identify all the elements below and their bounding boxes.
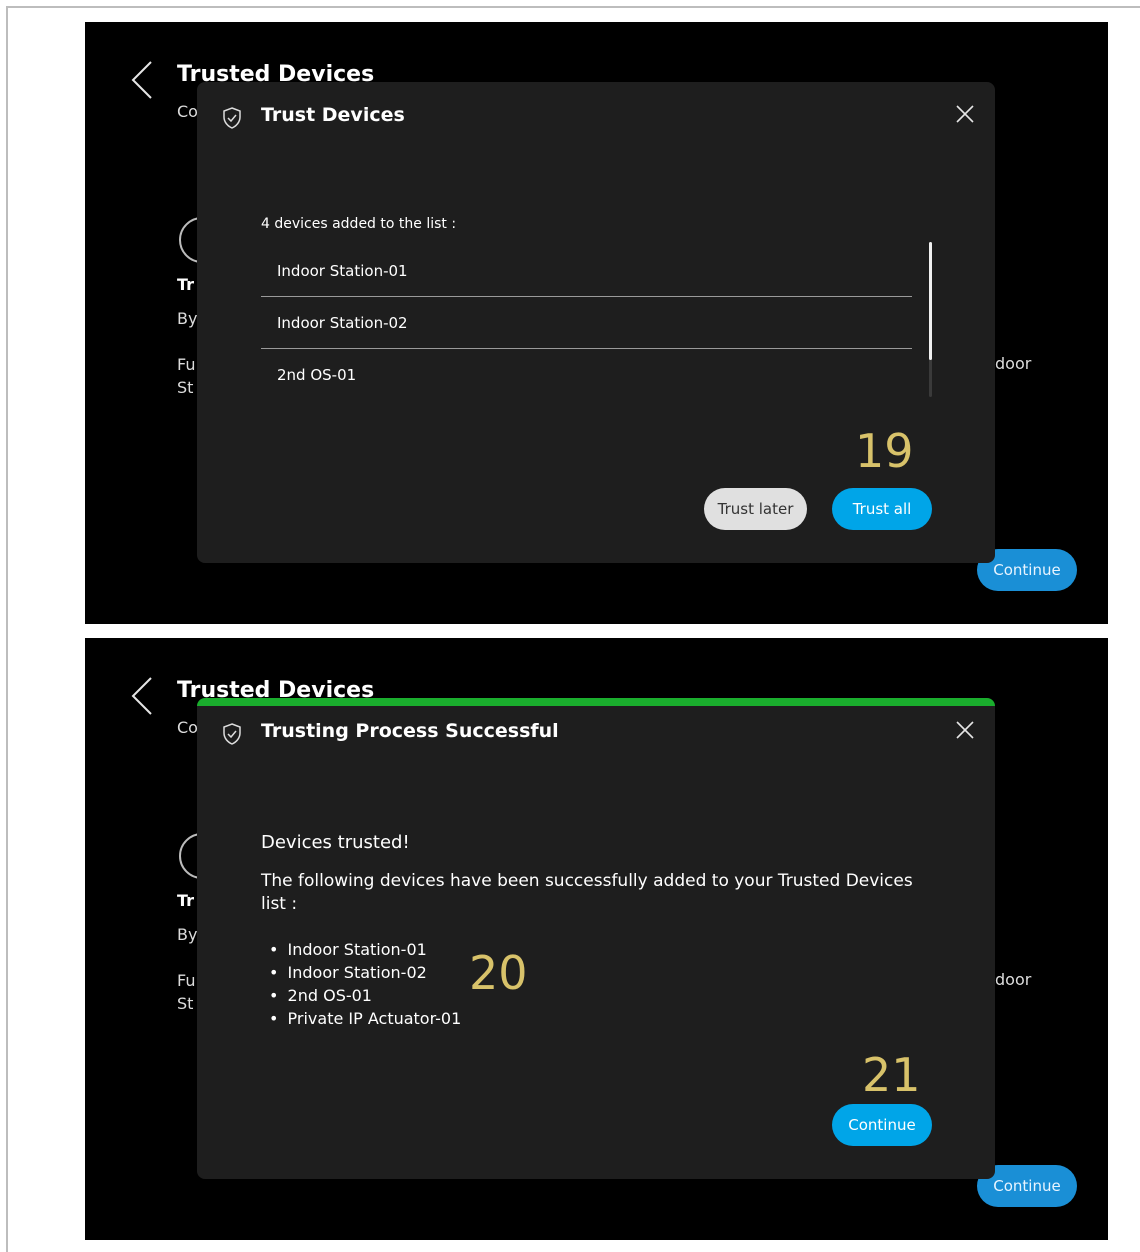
section-text-door: door [995, 970, 1032, 989]
close-icon[interactable] [955, 720, 975, 740]
device-count-caption: 4 devices added to the list : [261, 216, 457, 232]
chevron-left-icon[interactable] [131, 60, 153, 100]
list-item: Indoor Station-01 [261, 245, 912, 297]
section-heading: Tr [177, 275, 195, 294]
section-text-3: St [177, 378, 194, 397]
close-icon[interactable] [955, 104, 975, 124]
list-item: Indoor Station-02 [261, 297, 912, 349]
section-text-door: door [995, 354, 1032, 373]
list-item: Indoor Station-01 [261, 938, 461, 961]
screenshot-trust-success: Trusted Devices Co Tr By Fu St door Cont… [85, 638, 1108, 1240]
step-number-callout: 19 [855, 424, 914, 478]
trust-success-dialog: Trusting Process Successful Devices trus… [197, 698, 995, 1179]
success-heading: Devices trusted! [261, 832, 410, 853]
section-text-2: Fu [177, 355, 196, 374]
trust-later-button[interactable]: Trust later [704, 488, 807, 530]
success-message: The following devices have been successf… [261, 871, 913, 914]
scrollbar-thumb[interactable] [929, 242, 932, 360]
scrollbar[interactable] [929, 242, 932, 397]
list-item: Private IP Actuator-01 [261, 1007, 462, 1030]
shield-check-icon [223, 107, 241, 129]
dialog-title: Trusting Process Successful [261, 720, 559, 742]
continue-button[interactable]: Continue [832, 1104, 932, 1146]
list-item: 2nd OS-01 [261, 984, 461, 1007]
section-text-2: Fu [177, 971, 196, 990]
trust-devices-dialog: Trust Devices 4 devices added to the lis… [197, 82, 995, 563]
page-subtitle: Co [177, 102, 198, 121]
step-number-callout: 20 [469, 946, 528, 1000]
list-item: 2nd OS-01 [261, 349, 912, 397]
list-item: Indoor Station-02 [261, 961, 461, 984]
section-text: By [177, 925, 198, 944]
step-number-callout: 21 [862, 1048, 921, 1102]
device-list[interactable]: Indoor Station-01 Indoor Station-02 2nd … [261, 245, 912, 397]
page-subtitle: Co [177, 718, 198, 737]
shield-check-icon [223, 723, 241, 745]
trust-all-button[interactable]: Trust all [832, 488, 932, 530]
chevron-left-icon[interactable] [131, 676, 153, 716]
section-heading: Tr [177, 891, 195, 910]
screenshot-trust-devices: Trusted Devices Co Tr By Fu St door Cont… [85, 22, 1108, 624]
section-text: By [177, 309, 198, 328]
dialog-title: Trust Devices [261, 104, 405, 126]
trusted-device-list: Indoor Station-01 Indoor Station-02 2nd … [261, 938, 462, 1030]
section-text-3: St [177, 994, 194, 1013]
